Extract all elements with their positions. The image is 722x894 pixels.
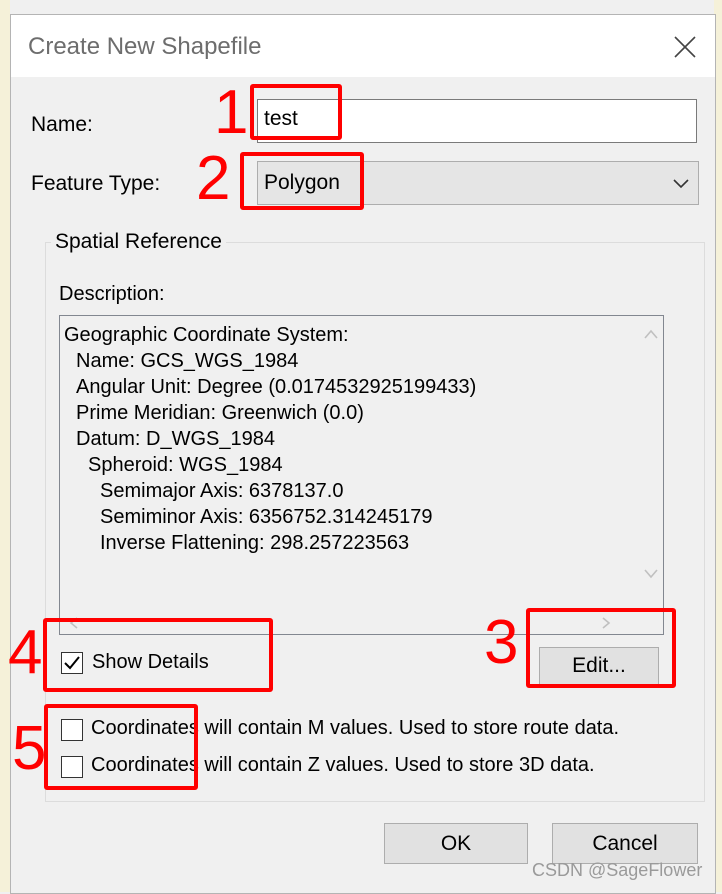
annotation-number-4: 4 — [8, 618, 43, 687]
annotation-box-4 — [43, 618, 273, 692]
close-icon — [674, 36, 696, 58]
description-line: Prime Meridian: Greenwich (0.0) — [76, 402, 364, 424]
scroll-down-icon[interactable] — [643, 568, 659, 580]
description-line: Semimajor Axis: 6378137.0 — [100, 480, 344, 502]
annotation-box-5 — [44, 704, 198, 790]
ok-button[interactable]: OK — [384, 823, 528, 864]
cancel-button[interactable]: Cancel — [552, 823, 698, 864]
feature-type-label: Feature Type: — [31, 172, 161, 195]
name-label: Name: — [31, 113, 93, 136]
title-bar: Create New Shapefile — [11, 15, 715, 77]
window-title: Create New Shapefile — [28, 33, 262, 60]
description-line: Inverse Flattening: 298.257223563 — [100, 532, 410, 554]
chevron-down-icon — [673, 179, 689, 189]
spatial-reference-title: Spatial Reference — [51, 230, 226, 254]
annotation-box-1 — [250, 84, 342, 140]
annotation-box-2 — [240, 152, 364, 210]
description-line: Spheroid: WGS_1984 — [88, 454, 283, 476]
description-label: Description: — [59, 283, 165, 305]
scroll-up-icon[interactable] — [643, 328, 659, 340]
description-line: Datum: D_WGS_1984 — [76, 428, 275, 450]
vertical-scrollbar[interactable] — [639, 316, 663, 611]
description-line: Geographic Coordinate System: — [64, 324, 349, 346]
close-button[interactable] — [663, 25, 707, 69]
description-line: Name: GCS_WGS_1984 — [76, 350, 299, 372]
annotation-number-2: 2 — [196, 144, 231, 213]
annotation-number-5: 5 — [12, 714, 47, 783]
description-line: Angular Unit: Degree (0.0174532925199433… — [76, 376, 477, 398]
annotation-number-1: 1 — [214, 78, 249, 147]
background-left — [0, 0, 10, 892]
watermark: CSDN @SageFlower — [532, 860, 703, 880]
annotation-box-3 — [526, 608, 676, 688]
annotation-number-3: 3 — [484, 608, 519, 677]
description-line: Semiminor Axis: 6356752.314245179 — [100, 506, 433, 528]
description-textbox[interactable]: Geographic Coordinate System: Name: GCS_… — [59, 315, 664, 635]
